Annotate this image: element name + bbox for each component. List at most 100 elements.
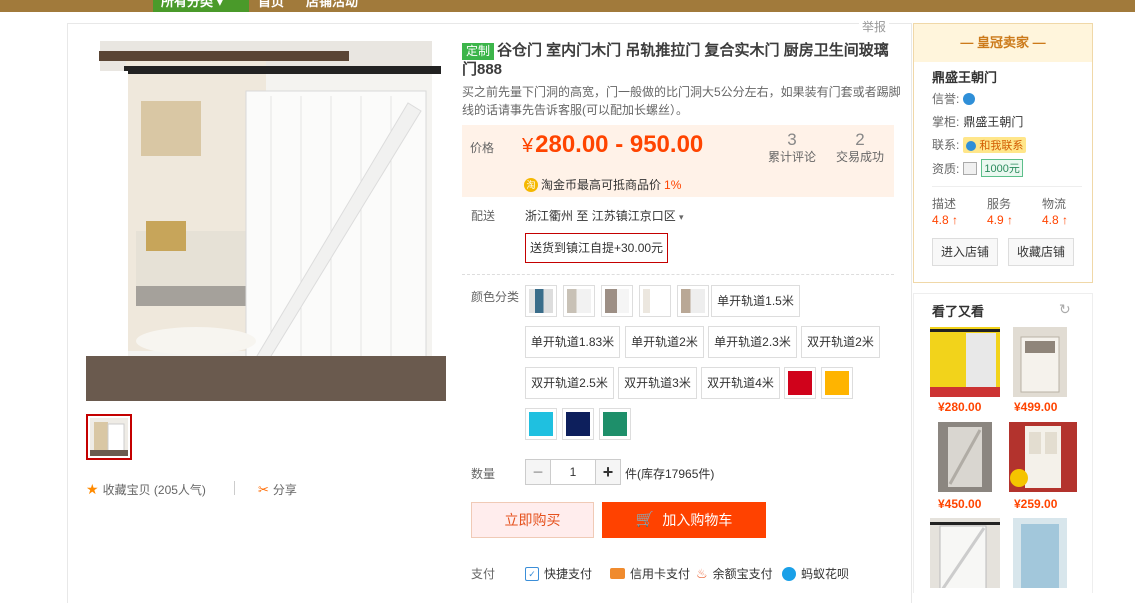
- share-link[interactable]: ✂ 分享: [258, 481, 297, 498]
- recommended-price-4: ¥259.00: [1014, 497, 1058, 511]
- quantity-input[interactable]: 1: [551, 459, 595, 485]
- seller-qualification: 资质: 1000元: [932, 159, 1023, 177]
- report-link[interactable]: 举报: [859, 18, 890, 35]
- product-subtitle: 买之前先量下门洞的高宽，门一般做的比门洞大5公分左右，如果装有门套或者踢脚线的话…: [462, 85, 901, 117]
- deposit-badge[interactable]: 1000元: [981, 159, 1023, 177]
- credit-icon[interactable]: [963, 92, 976, 105]
- divider: [462, 274, 894, 275]
- arrow-up-icon: ↑: [952, 213, 959, 227]
- quick-pay-icon: ✓: [525, 566, 539, 581]
- cart-icon: 🛒: [635, 511, 655, 528]
- price-box: 价格 ¥280.00 - 950.00 3 累计评论 2 交易成功 淘 淘金币最…: [462, 125, 894, 197]
- rating-description: 描述 4.8 ↑: [932, 197, 959, 227]
- divider: [932, 186, 1082, 187]
- sku-image-option-4[interactable]: [639, 285, 671, 317]
- chevron-down-icon: ▾: [679, 212, 684, 222]
- payment-quick: ✓ 快捷支付: [525, 565, 592, 582]
- product-title: 定制 谷仓门 室内门木门 吊轨推拉门 复合实木门 厨房卫生间玻璃门888: [462, 42, 889, 78]
- sku-track-single-2-3[interactable]: 单开轨道2.3米: [708, 326, 797, 358]
- recommended-price-1: ¥280.00: [938, 400, 982, 414]
- payment-label: 支付: [471, 567, 496, 581]
- color-swatch-navy[interactable]: [562, 408, 594, 440]
- also-viewed-panel: 看了又看 ↻ ¥280.00 ¥499.00 ¥450.00 ¥259.00: [913, 293, 1093, 593]
- favorite-shop-button[interactable]: 收藏店铺: [1008, 238, 1075, 266]
- recommended-item-6[interactable]: [1013, 518, 1067, 588]
- quantity-decrease-button[interactable]: −: [525, 459, 551, 485]
- pickup-option[interactable]: 送货到镇江自提+30.00元: [525, 233, 669, 263]
- sku-track-single-2[interactable]: 单开轨道2米: [625, 326, 704, 358]
- nav-shop-activity[interactable]: 店铺活动: [306, 0, 358, 10]
- color-swatch-green[interactable]: [599, 408, 631, 440]
- yuebao-icon: ♨: [696, 565, 708, 581]
- reviews-stat[interactable]: 3 累计评论: [768, 131, 816, 165]
- chevron-down-icon: ▾: [216, 0, 224, 9]
- sku-track-double-3[interactable]: 双开轨道3米: [618, 367, 697, 399]
- shipping-info: 浙江衢州 至 江苏镇江京口区 ▾: [525, 209, 684, 223]
- sku-track-double-4[interactable]: 双开轨道4米: [701, 367, 780, 399]
- recommended-item-1[interactable]: [930, 327, 1000, 397]
- coin-icon: 淘: [524, 177, 538, 192]
- seller-panel: — 皇冠卖家 — 鼎盛王朝门 信誉: 信誉:掌柜:鼎盛王朝门 联系: 和我联系 …: [913, 23, 1093, 283]
- sku-image-option-5[interactable]: [677, 285, 709, 317]
- thumbnail-1[interactable]: [86, 414, 132, 460]
- color-swatch-red[interactable]: [784, 367, 816, 399]
- sku-track-single-1-83[interactable]: 单开轨道1.83米: [525, 326, 620, 358]
- huabei-icon: [782, 566, 796, 581]
- buy-now-button[interactable]: 立即购买: [471, 502, 594, 538]
- qualification-icon: [963, 161, 978, 175]
- sku-track-double-2[interactable]: 双开轨道2米: [801, 326, 880, 358]
- main-product-image[interactable]: [86, 41, 446, 401]
- recommended-item-2[interactable]: [1013, 327, 1067, 397]
- stock-info: 件(库存17965件): [625, 467, 715, 481]
- payment-huabei: 蚂蚁花呗: [782, 565, 849, 582]
- custom-badge: 定制: [462, 43, 495, 60]
- seller-header: — 皇冠卖家 —: [914, 24, 1092, 62]
- payment-credit-card: 信用卡支付: [610, 565, 690, 582]
- refresh-icon[interactable]: ↻: [1059, 301, 1071, 318]
- chat-icon: [966, 140, 977, 151]
- recommended-item-5[interactable]: [930, 518, 1000, 588]
- enter-shop-button[interactable]: 进入店铺: [932, 238, 999, 266]
- quantity-stepper: − 1 +: [525, 459, 621, 485]
- also-viewed-title: 看了又看: [932, 304, 985, 319]
- color-swatch-yellow[interactable]: [821, 367, 853, 399]
- divider: [234, 481, 235, 495]
- seller-owner: 信誉:掌柜:鼎盛王朝门: [932, 115, 1024, 129]
- seller-contact: 联系: 和我联系: [932, 136, 1027, 153]
- seller-credit: 信誉:: [932, 90, 976, 107]
- rating-service: 服务 4.9 ↑: [987, 197, 1014, 227]
- quantity-label: 数量: [471, 467, 496, 481]
- deals-stat: 2 交易成功: [836, 130, 885, 165]
- recommended-price-3: ¥450.00: [938, 497, 982, 511]
- star-icon: ★: [86, 481, 99, 497]
- taojinbi-info: 淘 淘金币最高可抵商品价 1%: [524, 176, 681, 193]
- recommended-item-3[interactable]: [938, 422, 992, 492]
- favorite-item-link[interactable]: ★ 收藏宝贝 (205人气): [86, 481, 206, 498]
- price-value: ¥280.00 - 950.00: [522, 131, 704, 158]
- price-label: 价格: [470, 141, 495, 155]
- shipping-destination-select[interactable]: 江苏镇江京口区 ▾: [592, 209, 684, 223]
- credit-card-icon: [610, 568, 625, 579]
- add-to-cart-button[interactable]: 🛒 加入购物车: [602, 502, 766, 538]
- sku-image-option-1[interactable]: [525, 285, 557, 317]
- arrow-up-icon: ↑: [1062, 213, 1069, 227]
- shipping-label: 配送: [471, 209, 496, 223]
- sku-track-double-2-5[interactable]: 双开轨道2.5米: [525, 367, 614, 399]
- recommended-item-4[interactable]: [1009, 422, 1077, 492]
- all-categories-tab[interactable]: 所有分类 ▾: [153, 0, 249, 12]
- sku-track-single-1-5[interactable]: 单开轨道1.5米: [711, 285, 800, 317]
- quantity-increase-button[interactable]: +: [595, 459, 621, 485]
- share-icon: ✂: [258, 481, 269, 497]
- rating-logistics: 物流 4.8 ↑: [1042, 197, 1069, 227]
- payment-yuebao: ♨ 余额宝支付: [696, 565, 773, 582]
- contact-seller-button[interactable]: 和我联系: [963, 136, 1027, 153]
- shop-name[interactable]: 鼎盛王朝门: [932, 67, 997, 86]
- sku-image-option-3[interactable]: [601, 285, 633, 317]
- color-label: 颜色分类: [471, 290, 520, 304]
- nav-home[interactable]: 首页: [258, 0, 284, 10]
- color-swatch-cyan[interactable]: [525, 408, 557, 440]
- recommended-price-2: ¥499.00: [1014, 400, 1058, 414]
- sku-image-option-2[interactable]: [563, 285, 595, 317]
- top-nav: 所有分类 ▾ 首页 店铺活动: [0, 0, 1135, 12]
- arrow-up-icon: ↑: [1007, 213, 1014, 227]
